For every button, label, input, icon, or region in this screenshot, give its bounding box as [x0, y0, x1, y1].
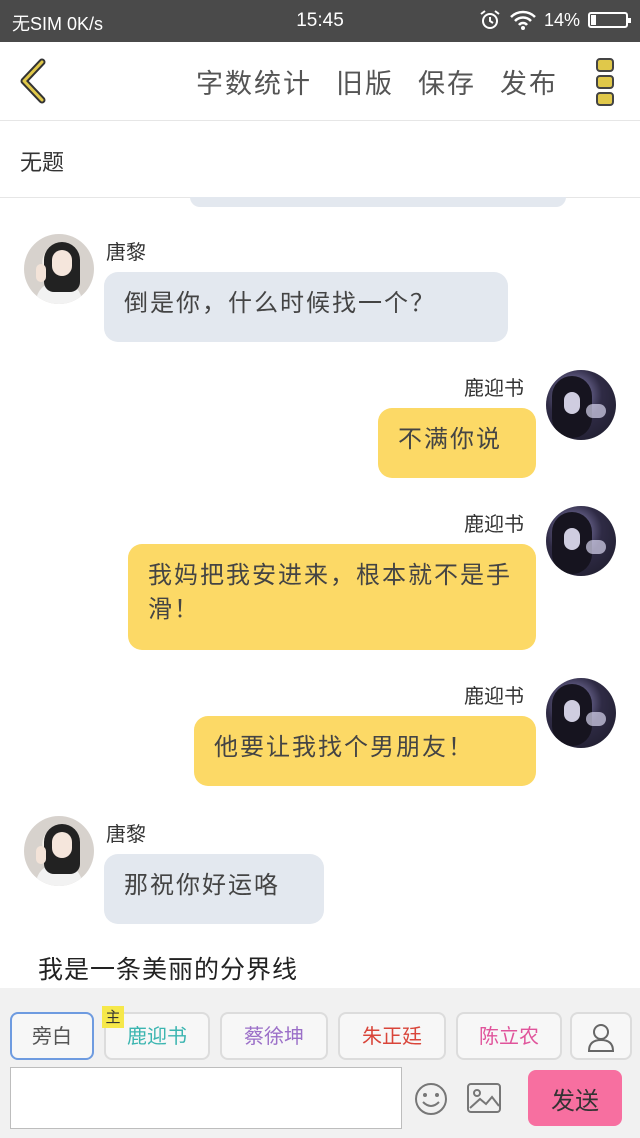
- message-bubble[interactable]: 不满你说: [378, 408, 536, 478]
- document-title-bar: 无题: [0, 121, 640, 198]
- old-version-button[interactable]: 旧版: [336, 62, 394, 101]
- message-bubble[interactable]: 他要让我找个男朋友！: [194, 716, 536, 786]
- sender-name: 鹿迎书: [464, 512, 524, 536]
- avatar[interactable]: [24, 816, 94, 886]
- sender-name: 唐黎: [106, 240, 146, 264]
- divider-text[interactable]: 我是一条美丽的分界线: [38, 950, 298, 986]
- wifi-icon: [510, 10, 536, 30]
- avatar-hand: [36, 264, 46, 282]
- status-bar: 无SIM 0K/s 15:45 14%: [0, 0, 640, 42]
- word-count-button[interactable]: 字数统计: [196, 62, 312, 101]
- avatar-face: [564, 700, 580, 722]
- avatar-highlight: [586, 712, 606, 726]
- role-label: 朱正廷: [362, 1024, 422, 1048]
- role-label: 蔡徐坤: [244, 1024, 304, 1048]
- alarm-icon: [480, 10, 500, 29]
- role-selector: 旁白 主 鹿迎书 蔡徐坤 朱正廷 陈立农: [0, 988, 640, 1064]
- chevron-left-icon[interactable]: [14, 58, 54, 104]
- send-button[interactable]: 发送: [528, 1070, 622, 1126]
- more-vertical-icon[interactable]: [594, 56, 616, 108]
- battery-icon: [588, 12, 631, 28]
- avatar-face: [564, 392, 580, 414]
- role-luyingshu[interactable]: 主 鹿迎书: [102, 1006, 210, 1060]
- avatar[interactable]: [546, 506, 616, 576]
- document-title[interactable]: 无题: [20, 145, 64, 177]
- avatar[interactable]: [546, 678, 616, 748]
- role-label: 鹿迎书: [127, 1024, 187, 1048]
- message-bubble[interactable]: 倒是你，什么时候找一个？: [104, 272, 508, 342]
- user-icon: [587, 1024, 615, 1052]
- avatar-highlight: [586, 540, 606, 554]
- partial-message-bubble: [190, 197, 566, 207]
- main-role-badge: 主: [102, 1006, 124, 1028]
- editor-toolbar: 字数统计 旧版 保存 发布: [0, 42, 640, 121]
- avatar[interactable]: [24, 234, 94, 304]
- battery-fill: [591, 15, 596, 25]
- avatar-face: [564, 528, 580, 550]
- avatar-face: [52, 250, 72, 276]
- save-button[interactable]: 保存: [418, 62, 476, 101]
- message-input[interactable]: [10, 1067, 402, 1129]
- role-label: 旁白: [32, 1024, 72, 1048]
- role-chenlinong[interactable]: 陈立农: [456, 1012, 562, 1060]
- message-bubble[interactable]: 我妈把我安进来，根本就不是手滑！: [128, 544, 536, 650]
- toolbar-actions: 字数统计 旧版 保存 发布: [196, 62, 558, 101]
- sender-name: 唐黎: [106, 822, 146, 846]
- publish-button[interactable]: 发布: [500, 62, 558, 101]
- message-bubble[interactable]: 那祝你好运咯: [104, 854, 324, 924]
- role-narrator[interactable]: 旁白: [10, 1012, 94, 1060]
- avatar-highlight: [586, 404, 606, 418]
- role-manager-button[interactable]: [570, 1012, 632, 1060]
- input-bar: 发送: [0, 1064, 640, 1138]
- role-zhuzhengting[interactable]: 朱正廷: [338, 1012, 446, 1060]
- battery-percent: 14%: [543, 9, 580, 30]
- sender-name: 鹿迎书: [464, 684, 524, 708]
- image-icon[interactable]: [466, 1082, 502, 1114]
- avatar-hand: [36, 846, 46, 864]
- status-icons: 14%: [478, 8, 631, 32]
- role-label: 陈立农: [479, 1024, 539, 1048]
- sender-name: 鹿迎书: [464, 376, 524, 400]
- avatar[interactable]: [546, 370, 616, 440]
- emoji-icon[interactable]: [414, 1082, 448, 1116]
- role-caixukun[interactable]: 蔡徐坤: [220, 1012, 328, 1060]
- avatar-face: [52, 832, 72, 858]
